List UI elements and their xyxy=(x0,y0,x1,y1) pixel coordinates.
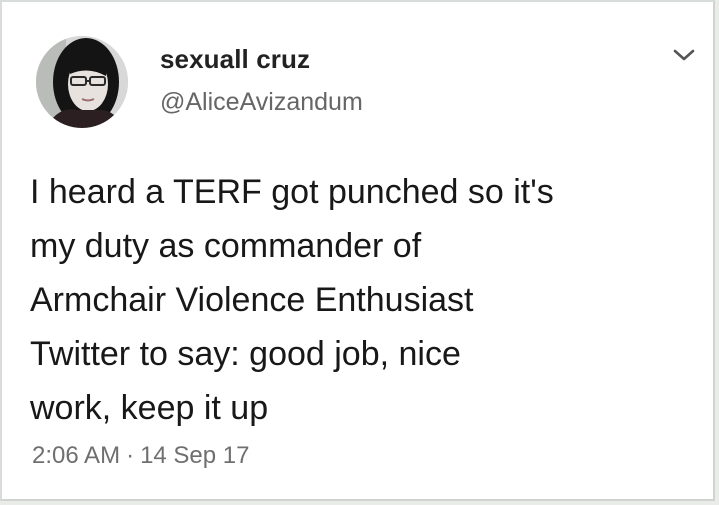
tweet-text-line: work, keep it up xyxy=(30,389,269,427)
tweet-card[interactable]: sexuall cruz @AliceAvizandum I heard a T… xyxy=(0,0,715,501)
timestamp-separator: · xyxy=(126,442,135,469)
tweet-timestamp[interactable]: 2:06 AM · 14 Sep 17 xyxy=(32,442,250,470)
author-display-name[interactable]: sexuall cruz xyxy=(160,44,310,75)
tweet-time: 2:06 AM xyxy=(32,442,121,469)
author-handle[interactable]: @AliceAvizandum xyxy=(160,88,363,117)
tweet-text: I heard a TERF got punched so it's my du… xyxy=(30,165,710,435)
tweet-text-line: Twitter to say: good job, nice xyxy=(30,335,461,373)
chevron-down-icon[interactable] xyxy=(671,46,697,64)
tweet-text-line: I heard a TERF got punched so it's xyxy=(30,173,554,211)
tweet-date: 14 Sep 17 xyxy=(140,442,250,469)
avatar-image xyxy=(36,36,128,128)
tweet-text-line: my duty as commander of xyxy=(30,227,422,265)
avatar[interactable] xyxy=(36,36,128,128)
tweet-text-line: Armchair Violence Enthusiast xyxy=(30,281,474,319)
